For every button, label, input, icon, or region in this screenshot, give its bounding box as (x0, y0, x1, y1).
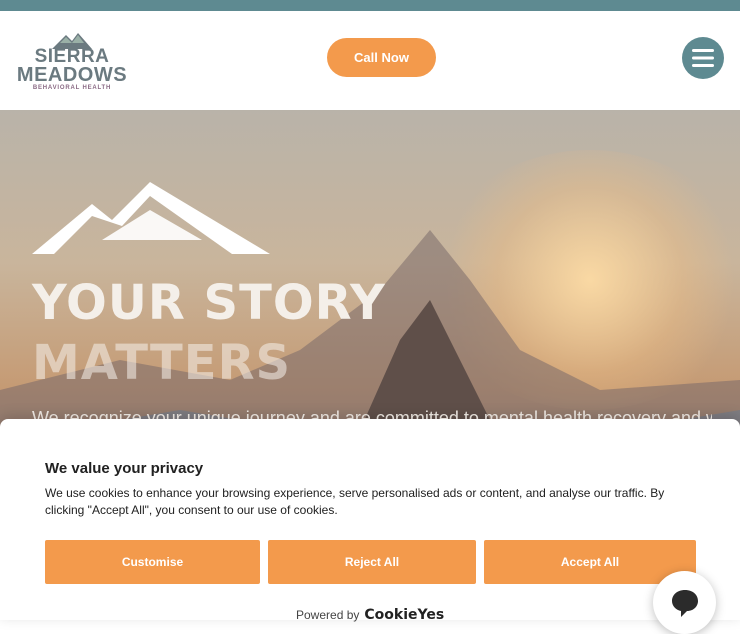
hamburger-icon (692, 49, 714, 67)
chat-widget-button[interactable] (653, 571, 716, 634)
hero-subtitle: We recognize your unique journey and are… (32, 408, 712, 420)
cookie-consent-banner: We value your privacy We use cookies to … (0, 419, 740, 623)
menu-button[interactable] (682, 37, 724, 79)
hero-title-line2: MATTERS (32, 335, 292, 391)
site-logo[interactable]: SIERRA MEADOWS BEHAVIORAL HEALTH (16, 31, 128, 93)
powered-by[interactable]: Powered by CookieYes (296, 605, 444, 625)
customise-button[interactable]: Customise (45, 540, 260, 584)
hero-title-line1: YOUR STORY (32, 275, 386, 331)
chat-bubble-icon (671, 589, 698, 617)
cookie-banner-text: We use cookies to enhance your browsing … (45, 486, 665, 517)
cookie-banner-title: We value your privacy (45, 460, 204, 477)
site-header: SIERRA MEADOWS BEHAVIORAL HEALTH Call No… (0, 11, 740, 110)
cookieyes-logo: CookieYes (364, 607, 445, 623)
reject-all-button[interactable]: Reject All (268, 540, 476, 584)
call-now-button[interactable]: Call Now (327, 38, 436, 77)
top-bar (0, 0, 740, 11)
logo-subtitle: BEHAVIORAL HEALTH (32, 85, 112, 91)
mountain-logo-icon (32, 182, 270, 254)
logo-text-bottom: MEADOWS (16, 64, 128, 86)
